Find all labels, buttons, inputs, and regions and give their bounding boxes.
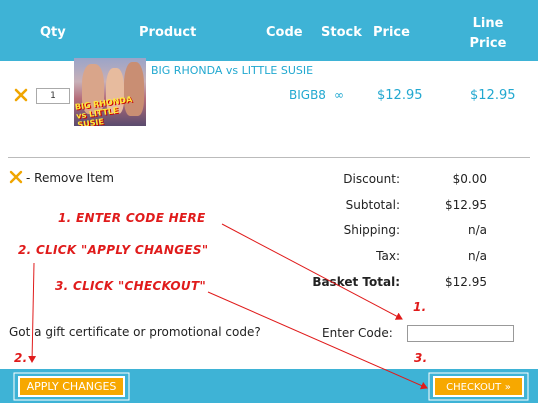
subtotal-label: Subtotal: xyxy=(345,198,400,212)
gift-certificate-prompt: Got a gift certificate or promotional co… xyxy=(9,325,261,339)
tax-label: Tax: xyxy=(376,249,400,263)
enter-code-label: Enter Code: xyxy=(322,326,393,340)
col-stock: Stock xyxy=(321,25,362,40)
annotation-step3: 3. CLICK "CHECKOUT" xyxy=(55,279,207,293)
infinity-icon: ∞ xyxy=(334,88,344,102)
remove-item-label: - Remove Item xyxy=(26,171,114,185)
basket-total-label: Basket Total: xyxy=(312,275,400,289)
quantity-input[interactable]: 1 xyxy=(36,88,70,104)
col-product: Product xyxy=(139,25,197,40)
x-icon xyxy=(9,170,23,184)
shipping-label: Shipping: xyxy=(343,223,400,237)
discount-value: $0.00 xyxy=(452,172,487,186)
col-price: Price xyxy=(373,25,410,40)
shipping-value: n/a xyxy=(467,223,487,237)
product-code: BIGB8 xyxy=(289,88,326,102)
col-line-price: Line Price xyxy=(469,16,507,51)
basket-total-value: $12.95 xyxy=(445,275,487,289)
checkout-label: CHECKOUT xyxy=(446,382,502,393)
promo-code-input[interactable] xyxy=(407,325,514,342)
apply-changes-label: APPLY CHANGES xyxy=(26,380,117,393)
annotation-marker1: 1. xyxy=(413,300,427,314)
apply-changes-button[interactable]: APPLY CHANGES xyxy=(18,376,125,397)
annotation-marker3: 3. xyxy=(414,351,428,365)
col-code: Code xyxy=(266,25,303,40)
unit-price: $12.95 xyxy=(377,88,423,103)
product-thumbnail[interactable]: BIG RHONDA vs LITTLE SUSIE xyxy=(74,58,146,126)
tax-value: n/a xyxy=(467,249,487,263)
arrow-step1 xyxy=(221,223,403,320)
annotation-step1: 1. ENTER CODE HERE xyxy=(58,211,206,225)
arrow-step2 xyxy=(28,262,37,363)
chevron-right-icon: » xyxy=(504,382,511,393)
product-name-link[interactable]: BIG RHONDA vs LITTLE SUSIE xyxy=(151,64,313,77)
annotation-step2: 2. CLICK "APPLY CHANGES" xyxy=(18,243,209,257)
annotation-marker2: 2. xyxy=(14,351,28,365)
line-price: $12.95 xyxy=(470,88,516,103)
discount-label: Discount: xyxy=(343,172,400,186)
subtotal-value: $12.95 xyxy=(445,198,487,212)
cart-header: Qty Product Code Stock Price Line Price xyxy=(0,0,538,61)
checkout-button[interactable]: CHECKOUT » xyxy=(433,376,524,397)
remove-item-x-icon[interactable] xyxy=(14,88,28,102)
divider xyxy=(8,157,530,158)
col-qty: Qty xyxy=(40,25,66,40)
